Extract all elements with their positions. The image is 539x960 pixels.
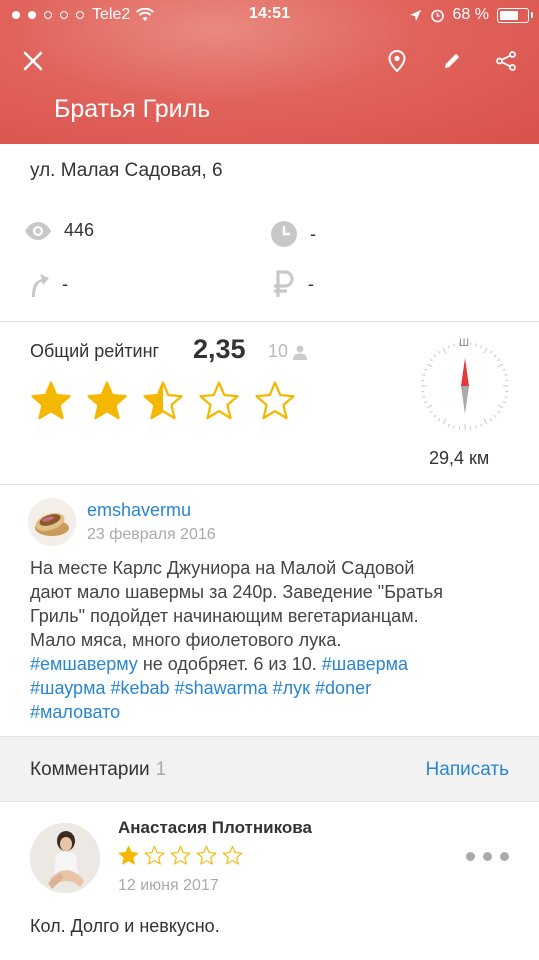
comments-count: 1 [155, 759, 167, 780]
share-icon [496, 51, 516, 71]
post-text: На месте Карлс Джуниора на Малой Садовой… [30, 556, 520, 724]
comments-header: Комментарии 1 Написать [0, 736, 539, 802]
pencil-icon [445, 53, 460, 68]
star-filled-icon [87, 381, 127, 420]
post-line: #маловато [30, 700, 520, 724]
write-comment-button[interactable]: Написать [426, 759, 509, 781]
divider [0, 321, 539, 322]
edit-button[interactable] [437, 46, 467, 76]
hashtag-link[interactable]: #doner [315, 678, 371, 698]
hashtag-link[interactable]: #маловато [30, 702, 120, 722]
battery-icon [497, 7, 533, 23]
route-info: - [26, 270, 68, 298]
votes-count: 10 [268, 341, 289, 361]
hashtag-link[interactable]: #емшаверму [30, 654, 138, 674]
alarm-icon [430, 9, 444, 22]
hashtag-link[interactable]: #шаурма [30, 678, 105, 698]
comments-title: Комментарии 1 [30, 759, 166, 781]
star-filled-icon [118, 845, 139, 865]
star-filled-icon [31, 381, 71, 420]
location-pin-icon [388, 50, 406, 72]
header: Tele2 14:51 68 % Братья Гриль [0, 0, 539, 144]
distance: 29,4 км [429, 448, 490, 468]
post-author[interactable]: emshavermu [87, 500, 191, 521]
author-avatar[interactable] [28, 498, 76, 546]
hashtag-link[interactable]: #лук [273, 678, 310, 698]
ruble-icon [274, 270, 294, 297]
post-line: #шаурма #kebab #shawarma #лук #doner [30, 676, 520, 700]
post-line: Мало мяса, много фиолетового лука. [30, 630, 342, 650]
divider [0, 484, 539, 485]
views-info: 446 [24, 220, 94, 241]
carrier-name: Tele2 [92, 6, 131, 23]
signal-indicator: Tele2 [12, 6, 155, 24]
star-empty-icon [170, 845, 191, 865]
post-date: 23 февраля 2016 [87, 526, 216, 543]
post-fragment: не одобряет. 6 из 10. [137, 654, 322, 674]
dot-icon [483, 852, 492, 861]
hours-value: - [310, 223, 316, 244]
star-half-icon [143, 381, 183, 420]
rating-votes: 10 [268, 341, 308, 362]
rating-label: Общий рейтинг [30, 341, 160, 361]
address: ул. Малая Садовая, 6 [30, 160, 223, 181]
star-empty-icon [199, 381, 239, 420]
commenter-name[interactable]: Анастасия Плотникова [118, 818, 312, 838]
toolbar [0, 40, 539, 80]
clock-icon [271, 221, 297, 247]
post-line: дают мало шавермы за 240р. Заведение "Бр… [30, 582, 443, 602]
battery-percent: 68 % [452, 6, 489, 23]
star-empty-icon [222, 845, 243, 865]
comment-text: Кол. Долго и невкусно. [30, 916, 220, 936]
page-title: Братья Гриль [54, 95, 211, 123]
compass-icon: Ш [421, 338, 509, 430]
star-empty-icon [196, 845, 217, 865]
price-info: - [272, 270, 314, 298]
wifi-icon [136, 8, 155, 21]
post-line: #емшаверму не одобряет. 6 из 10. #шаверм… [30, 652, 520, 676]
comment-date: 12 июня 2017 [118, 877, 219, 894]
hashtag-link[interactable]: #kebab [110, 678, 169, 698]
comment-rating [118, 845, 243, 866]
post-line: На месте Карлс Джуниора на Малой Садовой [30, 558, 415, 578]
views-count: 446 [64, 220, 95, 240]
comments-label: Комментарии [30, 759, 150, 780]
location-arrow-icon [409, 9, 421, 21]
price-value: - [308, 273, 314, 294]
dot-icon [466, 852, 475, 861]
eye-icon [25, 221, 51, 240]
commenter-avatar[interactable] [30, 823, 100, 893]
share-button[interactable] [491, 46, 521, 76]
more-options-button[interactable] [466, 852, 509, 861]
location-button[interactable] [382, 46, 412, 76]
post-line: Гриль" подойдет начинающим вегетарианцам… [30, 606, 419, 626]
person-icon [293, 345, 308, 360]
status-right: 68 % [409, 6, 533, 24]
rating-stars [30, 380, 296, 422]
route-value: - [62, 273, 68, 294]
close-icon [23, 51, 43, 71]
route-arrow-icon [32, 274, 49, 297]
close-button[interactable] [18, 46, 48, 76]
star-empty-icon [144, 845, 165, 865]
star-empty-icon [255, 381, 295, 420]
rating-value: 2,35 [193, 334, 246, 364]
hours-info: - [270, 220, 316, 248]
clock: 14:51 [249, 5, 290, 22]
compass-letter: Ш [459, 338, 469, 349]
hashtag-link[interactable]: #shawarma [175, 678, 268, 698]
dot-icon [500, 852, 509, 861]
hashtag-link[interactable]: #шаверма [322, 654, 408, 674]
status-bar: Tele2 14:51 68 % [0, 0, 539, 30]
